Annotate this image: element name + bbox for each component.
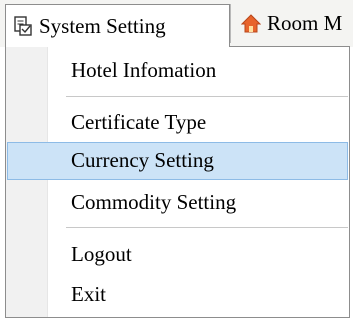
menu-room[interactable]: Room M: [230, 4, 353, 43]
menu-item-currency-setting[interactable]: Currency Setting: [7, 142, 348, 180]
menu-item-commodity-setting[interactable]: Commodity Setting: [7, 184, 348, 222]
menu-system-setting[interactable]: System Setting: [5, 4, 230, 47]
settings-document-icon: [13, 16, 33, 36]
menu-item-exit[interactable]: Exit: [7, 276, 348, 314]
menu-item-hotel-information[interactable]: Hotel Infomation: [7, 52, 348, 90]
menu-item-label: Certificate Type: [71, 110, 207, 134]
menu-item-label: Currency Setting: [71, 148, 214, 172]
menu-room-label: Room M: [267, 11, 343, 35]
house-icon: [241, 13, 261, 34]
menu-item-logout[interactable]: Logout: [7, 236, 348, 274]
menu-item-certificate-type[interactable]: Certificate Type: [7, 104, 348, 142]
system-setting-dropdown: Hotel Infomation Certificate Type Curren…: [5, 46, 350, 318]
menu-item-label: Exit: [71, 282, 106, 306]
menu-item-label: Commodity Setting: [71, 190, 237, 214]
menu-item-label: Hotel Infomation: [71, 58, 217, 82]
menu-separator: [66, 227, 348, 228]
menu-separator: [66, 96, 348, 97]
menu-system-setting-label: System Setting: [39, 13, 166, 38]
menu-bar: System Setting Room M: [0, 0, 353, 47]
menu-item-label: Logout: [71, 242, 132, 266]
